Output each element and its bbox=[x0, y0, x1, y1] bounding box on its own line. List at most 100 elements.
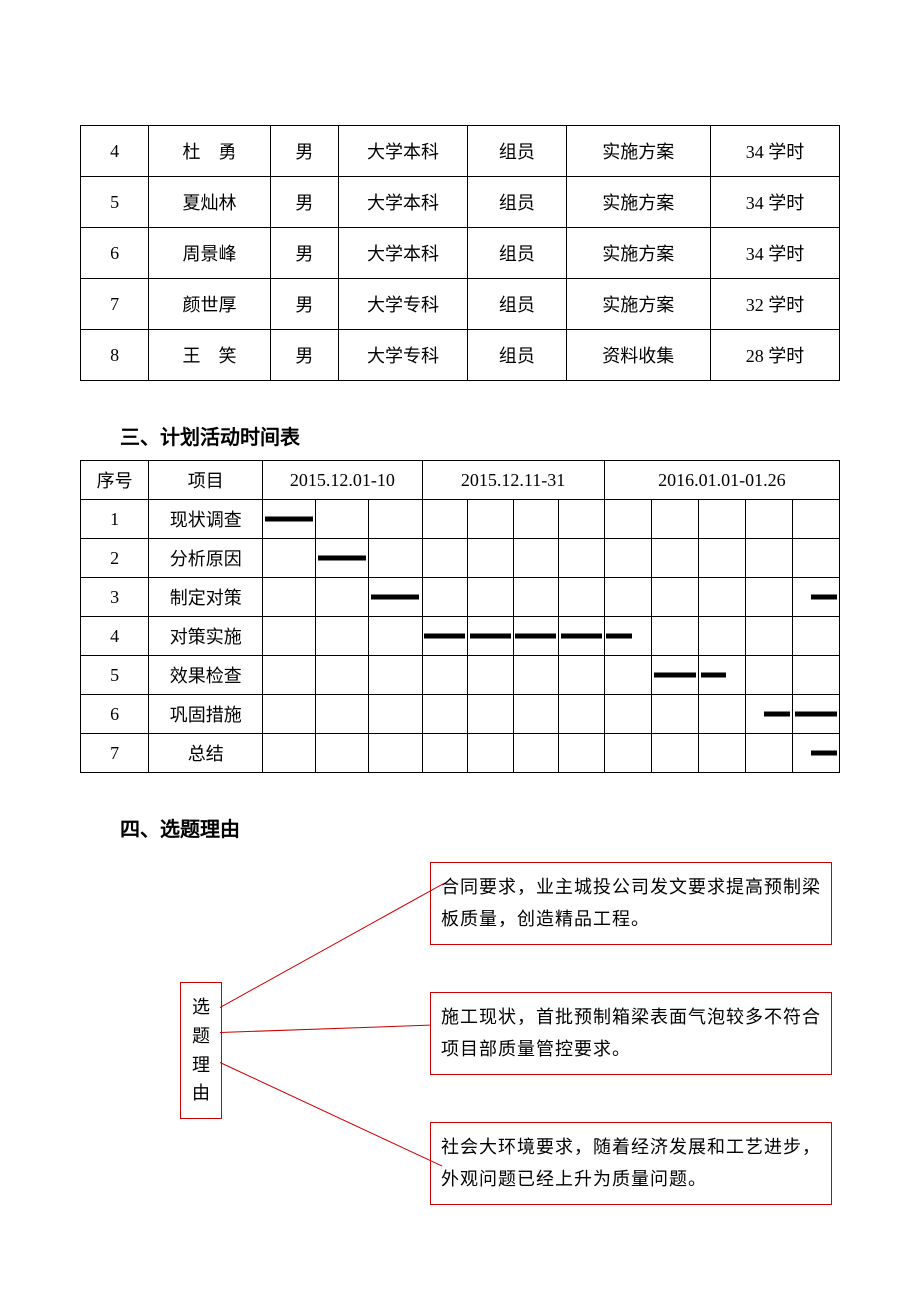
heading-3: 三、计划活动时间表 bbox=[120, 421, 840, 450]
gantt-cell bbox=[792, 578, 839, 617]
head-no: 序号 bbox=[81, 461, 149, 500]
gantt-cell bbox=[651, 656, 698, 695]
table-row: 5 夏灿林 男 大学本科 组员 实施方案 34 学时 bbox=[81, 177, 840, 228]
cell-name: 颜世厚 bbox=[149, 279, 270, 330]
cell-no: 4 bbox=[81, 617, 149, 656]
cell-gender: 男 bbox=[270, 177, 338, 228]
gantt-cell bbox=[369, 578, 422, 617]
table-row: 6 周景峰 男 大学本科 组员 实施方案 34 学时 bbox=[81, 228, 840, 279]
cell-role: 组员 bbox=[468, 279, 567, 330]
gantt-cell bbox=[604, 617, 651, 656]
head-item: 项目 bbox=[149, 461, 263, 500]
cell-name: 王 笑 bbox=[149, 330, 270, 381]
connector-line bbox=[220, 883, 444, 1008]
cell-edu: 大学专科 bbox=[339, 330, 468, 381]
cell-hours: 32 学时 bbox=[710, 279, 839, 330]
table-row: 7 颜世厚 男 大学专科 组员 实施方案 32 学时 bbox=[81, 279, 840, 330]
gantt-cell bbox=[792, 734, 839, 773]
cell-edu: 大学本科 bbox=[339, 126, 468, 177]
gantt-bar bbox=[424, 634, 465, 639]
gantt-row: 1 现状调查 bbox=[81, 500, 840, 539]
cell-role: 组员 bbox=[468, 177, 567, 228]
gantt-bar bbox=[764, 712, 790, 717]
gantt-row: 2 分析原因 bbox=[81, 539, 840, 578]
gantt-cell bbox=[263, 500, 316, 539]
head-period-2: 2015.12.11-31 bbox=[422, 461, 604, 500]
cell-gender: 男 bbox=[270, 279, 338, 330]
cell-gender: 男 bbox=[270, 228, 338, 279]
cell-name: 夏灿林 bbox=[149, 177, 270, 228]
cell-item: 巩固措施 bbox=[149, 695, 263, 734]
cell-item: 效果检查 bbox=[149, 656, 263, 695]
gantt-cell bbox=[792, 695, 839, 734]
cell-item: 现状调查 bbox=[149, 500, 263, 539]
cell-no: 4 bbox=[81, 126, 149, 177]
gantt-bar bbox=[811, 595, 837, 600]
gantt-cell bbox=[559, 617, 605, 656]
heading-4: 四、选题理由 bbox=[120, 813, 840, 842]
cell-role: 组员 bbox=[468, 228, 567, 279]
gantt-row: 5 效果检查 bbox=[81, 656, 840, 695]
cell-no: 2 bbox=[81, 539, 149, 578]
cell-hours: 34 学时 bbox=[710, 126, 839, 177]
gantt-cell bbox=[698, 656, 745, 695]
gantt-bar bbox=[470, 634, 511, 639]
member-table: 4 杜 勇 男 大学本科 组员 实施方案 34 学时 5 夏灿林 男 大学本科 … bbox=[80, 125, 840, 381]
cell-edu: 大学专科 bbox=[339, 279, 468, 330]
cell-hours: 34 学时 bbox=[710, 228, 839, 279]
gantt-bar bbox=[265, 517, 313, 522]
cell-edu: 大学本科 bbox=[339, 228, 468, 279]
cell-hours: 28 学时 bbox=[710, 330, 839, 381]
cell-hours: 34 学时 bbox=[710, 177, 839, 228]
gantt-row: 3 制定对策 bbox=[81, 578, 840, 617]
table-head-row: 序号 项目 2015.12.01-10 2015.12.11-31 2016.0… bbox=[81, 461, 840, 500]
cell-task: 实施方案 bbox=[566, 228, 710, 279]
cell-name: 杜 勇 bbox=[149, 126, 270, 177]
gantt-cell bbox=[316, 539, 369, 578]
diagram-reason-2: 施工现状，首批预制箱梁表面气泡较多不符合项目部质量管控要求。 bbox=[430, 992, 832, 1075]
gantt-bar bbox=[515, 634, 556, 639]
gantt-cell bbox=[745, 695, 792, 734]
cell-item: 对策实施 bbox=[149, 617, 263, 656]
cell-no: 5 bbox=[81, 177, 149, 228]
diagram-reason-3: 社会大环境要求，随着经济发展和工艺进步，外观问题已经上升为质量问题。 bbox=[430, 1122, 832, 1205]
table-row: 8 王 笑 男 大学专科 组员 资料收集 28 学时 bbox=[81, 330, 840, 381]
gantt-bar bbox=[318, 556, 366, 561]
cell-no: 6 bbox=[81, 228, 149, 279]
cell-task: 实施方案 bbox=[566, 177, 710, 228]
gantt-table: 序号 项目 2015.12.01-10 2015.12.11-31 2016.0… bbox=[80, 460, 840, 773]
reason-diagram: 选 题 理 由 合同要求，业主城投公司发文要求提高预制梁板质量，创造精品工程。 … bbox=[80, 862, 840, 1242]
gantt-bar bbox=[701, 673, 727, 678]
cell-gender: 男 bbox=[270, 330, 338, 381]
gantt-cell bbox=[422, 617, 468, 656]
cell-no: 7 bbox=[81, 734, 149, 773]
cell-name: 周景峰 bbox=[149, 228, 270, 279]
cell-item: 分析原因 bbox=[149, 539, 263, 578]
gantt-row: 4 对策实施 bbox=[81, 617, 840, 656]
cell-task: 实施方案 bbox=[566, 126, 710, 177]
cell-edu: 大学本科 bbox=[339, 177, 468, 228]
page: 4 杜 勇 男 大学本科 组员 实施方案 34 学时 5 夏灿林 男 大学本科 … bbox=[0, 0, 920, 1302]
cell-item: 总结 bbox=[149, 734, 263, 773]
cell-role: 组员 bbox=[468, 126, 567, 177]
cell-task: 实施方案 bbox=[566, 279, 710, 330]
cell-role: 组员 bbox=[468, 330, 567, 381]
diagram-reason-1: 合同要求，业主城投公司发文要求提高预制梁板质量，创造精品工程。 bbox=[430, 862, 832, 945]
cell-gender: 男 bbox=[270, 126, 338, 177]
cell-item: 制定对策 bbox=[149, 578, 263, 617]
gantt-cell bbox=[468, 617, 514, 656]
cell-no: 3 bbox=[81, 578, 149, 617]
gantt-bar bbox=[606, 634, 632, 639]
cell-no: 1 bbox=[81, 500, 149, 539]
gantt-bar bbox=[654, 673, 696, 678]
gantt-row: 6 巩固措施 bbox=[81, 695, 840, 734]
cell-no: 6 bbox=[81, 695, 149, 734]
gantt-bar bbox=[811, 751, 837, 756]
head-period-1: 2015.12.01-10 bbox=[263, 461, 422, 500]
gantt-cell bbox=[513, 617, 559, 656]
gantt-bar bbox=[561, 634, 602, 639]
cell-task: 资料收集 bbox=[566, 330, 710, 381]
table-row: 4 杜 勇 男 大学本科 组员 实施方案 34 学时 bbox=[81, 126, 840, 177]
diagram-root-text: 选 题 理 由 bbox=[192, 997, 210, 1103]
cell-no: 7 bbox=[81, 279, 149, 330]
